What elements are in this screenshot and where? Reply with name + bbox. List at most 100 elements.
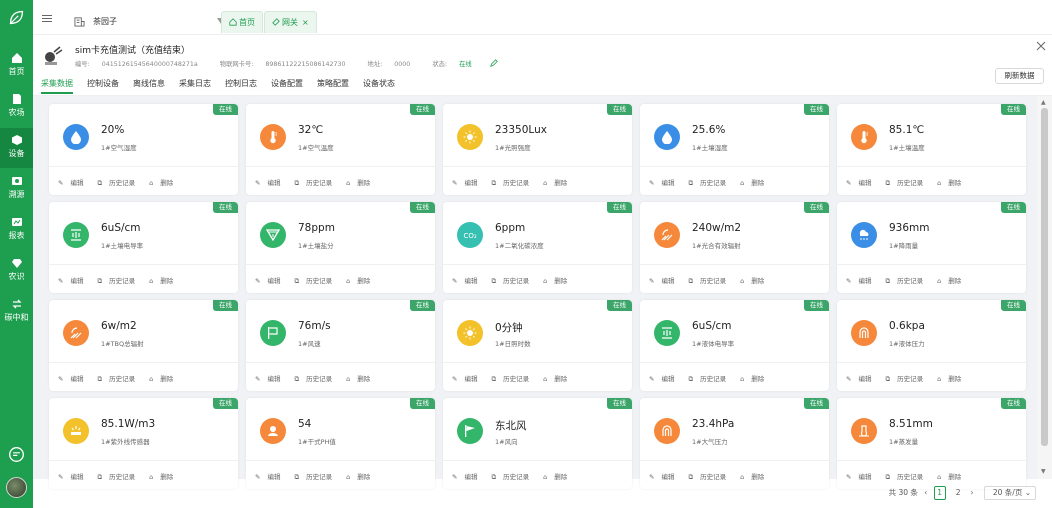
delete-button[interactable]: ⌂ 删除 [937,375,968,383]
edit-button[interactable]: ✎ 编辑 [58,375,90,383]
page-1[interactable]: 1 [933,486,946,500]
scrollbar-thumb[interactable] [1041,108,1048,446]
delete-button[interactable]: ⌂ 删除 [740,277,771,285]
history-button[interactable]: ⧉ 历史记录 [688,473,733,481]
tab-close-icon[interactable]: × [302,18,309,27]
history-button[interactable]: ⧉ 历史记录 [294,277,339,285]
tab-4[interactable]: 控制日志 [225,79,257,88]
sidebar-item-4[interactable]: 报表 [0,210,33,250]
history-button[interactable]: ⧉ 历史记录 [491,375,536,383]
history-button[interactable]: ⧉ 历史记录 [688,375,733,383]
tab-5[interactable]: 设备配置 [271,79,303,88]
history-button[interactable]: ⧉ 历史记录 [885,179,930,187]
delete-button[interactable]: ⌂ 删除 [149,277,180,285]
edit-button[interactable]: ✎ 编辑 [649,277,681,285]
sidebar-item-1[interactable]: 农场 [0,87,33,127]
delete-button[interactable]: ⌂ 删除 [346,179,377,187]
delete-button[interactable]: ⌂ 删除 [346,277,377,285]
tab-2[interactable]: 离线信息 [133,79,165,88]
close-icon[interactable] [1036,41,1046,51]
page-2[interactable]: 2 [952,486,964,500]
history-button[interactable]: ⧉ 历史记录 [491,473,536,481]
history-icon: ⧉ [294,277,300,285]
page-size-select[interactable]: 20 条/页 ⌄ [983,486,1036,500]
delete-button[interactable]: ⌂ 删除 [149,473,180,481]
history-button[interactable]: ⧉ 历史记录 [688,179,733,187]
edit-button[interactable]: ✎ 编辑 [255,179,287,187]
wind-direction-icon [465,425,475,437]
delete-button[interactable]: ⌂ 删除 [149,375,180,383]
scroll-up-icon[interactable]: ▲ [1041,99,1046,106]
delete-label: 删除 [948,375,962,383]
tab-gateway[interactable]: 网关 × [264,11,317,33]
edit-button[interactable]: ✎ 编辑 [846,375,878,383]
tab-7[interactable]: 设备状态 [363,79,395,88]
delete-button[interactable]: ⌂ 删除 [543,277,574,285]
delete-button[interactable]: ⌂ 删除 [149,179,180,187]
sidebar-item-3[interactable]: 溯源 [0,169,33,209]
history-button[interactable]: ⧉ 历史记录 [491,179,536,187]
history-button[interactable]: ⧉ 历史记录 [885,473,930,481]
edit-button[interactable]: ✎ 编辑 [649,375,681,383]
sidebar-item-2[interactable]: 设备 [0,128,33,168]
history-button[interactable]: ⧉ 历史记录 [491,277,536,285]
tab-0[interactable]: 采集数据 [41,79,73,94]
edit-button[interactable]: ✎ 编辑 [452,277,484,285]
farm-select[interactable]: 茶园子 [93,15,225,29]
delete-button[interactable]: ⌂ 删除 [543,473,574,481]
delete-button[interactable]: ⌂ 删除 [346,375,377,383]
delete-button[interactable]: ⌂ 删除 [937,179,968,187]
prev-page-icon[interactable]: ‹ [924,486,927,500]
tab-6[interactable]: 策略配置 [317,79,349,88]
history-button[interactable]: ⧉ 历史记录 [885,277,930,285]
delete-button[interactable]: ⌂ 删除 [937,473,968,481]
refresh-data-button[interactable]: 刷新数据 [995,68,1044,84]
edit-button[interactable]: ✎ 编辑 [452,375,484,383]
edit-button[interactable]: ✎ 编辑 [58,277,90,285]
sensor-icon-circle [457,320,483,346]
scroll-down-icon[interactable]: ▼ [1041,468,1046,475]
user-avatar[interactable] [6,477,27,498]
card-actions: ✎ 编辑 ⧉ 历史记录 ⌂ 删除 [846,275,975,286]
sidebar-item-6[interactable]: 碳中和 [0,292,33,332]
edit-button[interactable]: ✎ 编辑 [649,473,681,481]
chat-icon[interactable] [8,446,25,463]
edit-label: 编辑 [70,473,84,481]
edit-button[interactable]: ✎ 编辑 [649,179,681,187]
history-button[interactable]: ⧉ 历史记录 [294,179,339,187]
edit-button[interactable]: ✎ 编辑 [846,277,878,285]
edit-icon[interactable] [489,59,498,67]
history-button[interactable]: ⧉ 历史记录 [294,375,339,383]
delete-button[interactable]: ⌂ 删除 [740,179,771,187]
sidebar-item-5[interactable]: 农识 [0,251,33,291]
history-button[interactable]: ⧉ 历史记录 [294,473,339,481]
scrollbar[interactable]: ▲ ▼ [1037,96,1052,479]
history-button[interactable]: ⧉ 历史记录 [688,277,733,285]
edit-button[interactable]: ✎ 编辑 [58,473,90,481]
tab-home[interactable]: 首页 [221,11,263,33]
edit-button[interactable]: ✎ 编辑 [846,473,878,481]
edit-button[interactable]: ✎ 编辑 [255,473,287,481]
delete-button[interactable]: ⌂ 删除 [740,375,771,383]
edit-button[interactable]: ✎ 编辑 [846,179,878,187]
delete-button[interactable]: ⌂ 删除 [937,277,968,285]
sidebar-item-0[interactable]: 首页 [0,46,33,86]
edit-button[interactable]: ✎ 编辑 [452,473,484,481]
tab-1[interactable]: 控制设备 [87,79,119,88]
delete-button[interactable]: ⌂ 删除 [740,473,771,481]
tab-3[interactable]: 采集日志 [179,79,211,88]
history-button[interactable]: ⧉ 历史记录 [97,473,142,481]
menu-toggle-icon[interactable] [42,15,52,22]
edit-button[interactable]: ✎ 编辑 [58,179,90,187]
edit-button[interactable]: ✎ 编辑 [255,375,287,383]
delete-button[interactable]: ⌂ 删除 [346,473,377,481]
edit-button[interactable]: ✎ 编辑 [255,277,287,285]
history-button[interactable]: ⧉ 历史记录 [97,277,142,285]
history-button[interactable]: ⧉ 历史记录 [97,375,142,383]
next-page-icon[interactable]: › [970,486,973,500]
edit-button[interactable]: ✎ 编辑 [452,179,484,187]
delete-button[interactable]: ⌂ 删除 [543,179,574,187]
delete-button[interactable]: ⌂ 删除 [543,375,574,383]
history-button[interactable]: ⧉ 历史记录 [885,375,930,383]
history-button[interactable]: ⧉ 历史记录 [97,179,142,187]
